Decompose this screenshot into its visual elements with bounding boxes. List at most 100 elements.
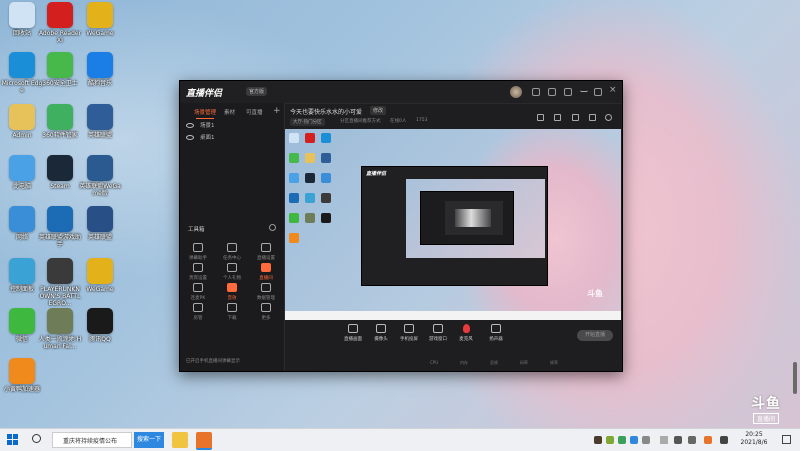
- settings-icon[interactable]: [589, 114, 596, 121]
- security-icon[interactable]: [642, 436, 650, 444]
- tool-icon: [227, 283, 237, 292]
- input-method-icon[interactable]: [720, 436, 728, 444]
- desktop-icon[interactable]: 英雄联盟: [78, 104, 122, 139]
- edge-icon: [9, 52, 35, 78]
- tray-app-icon[interactable]: [704, 436, 712, 444]
- tray-app-icon[interactable]: [594, 436, 602, 444]
- tool-label: 贵宾设置: [189, 276, 207, 281]
- desktop-icon-label: 腾讯QQ: [89, 336, 111, 343]
- lol-icon: [87, 104, 113, 130]
- desktop-icon[interactable]: 英雄联盟游戏助手: [38, 206, 82, 248]
- preview-app-icon: [321, 133, 331, 143]
- start-live-button[interactable]: 开始直播: [577, 330, 613, 341]
- file-explorer-icon[interactable]: [172, 432, 188, 448]
- toolbox-settings-icon[interactable]: [269, 224, 276, 231]
- tool-label: 直播间: [259, 276, 273, 281]
- message-icon[interactable]: [548, 88, 556, 96]
- desktop-icon[interactable]: 英雄联盟WeGame版: [78, 155, 122, 197]
- desktop-icon[interactable]: Steam: [38, 155, 82, 190]
- desktop-icon[interactable]: Adobe Reader XI: [38, 2, 82, 44]
- settings-icon[interactable]: [564, 88, 572, 96]
- edit-title-button[interactable]: 修改: [370, 106, 387, 115]
- control-label: 麦克风: [459, 337, 473, 342]
- tool-button[interactable]: 更多: [250, 303, 282, 321]
- tool-button[interactable]: 直播间: [250, 263, 282, 281]
- desktop-icon[interactable]: 360安全卫士: [38, 52, 82, 87]
- notification-center-icon[interactable]: [782, 435, 791, 444]
- eye-icon[interactable]: [186, 135, 194, 140]
- search-input[interactable]: 重庆将持续疫情公布: [52, 432, 132, 448]
- record-icon[interactable]: [554, 114, 561, 121]
- scene-item[interactable]: 场景1: [186, 121, 215, 129]
- control-icon: [491, 324, 501, 333]
- network-icon[interactable]: [674, 436, 682, 444]
- maximize-icon[interactable]: [594, 88, 602, 96]
- stream-title[interactable]: 今天也要快乐水水的小可爱: [290, 107, 362, 116]
- control-button[interactable]: 直播画面: [338, 324, 368, 342]
- tool-button[interactable]: 数据管理: [250, 283, 282, 301]
- control-button[interactable]: 摄像头: [366, 324, 396, 342]
- tray-app-icon[interactable]: [606, 436, 614, 444]
- app-logo: 直播伴侣: [186, 89, 223, 99]
- search-icon[interactable]: [32, 434, 41, 443]
- search-button[interactable]: 搜索一下: [134, 432, 164, 448]
- windows-start-icon[interactable]: [7, 434, 19, 446]
- tool-label: 房管: [193, 316, 203, 321]
- tool-button[interactable]: 音效: [216, 283, 248, 301]
- tool-button[interactable]: 个人礼物: [216, 263, 248, 281]
- live-companion-taskbar-icon[interactable]: [196, 432, 212, 450]
- clock[interactable]: 20:25 2021/8/6: [738, 431, 770, 447]
- avatar[interactable]: [510, 86, 522, 98]
- share-icon[interactable]: [605, 114, 612, 121]
- bluetooth-icon[interactable]: [630, 436, 638, 444]
- desktop-icon[interactable]: WeGame: [78, 258, 122, 293]
- preview-app-icon: [321, 153, 331, 163]
- eye-icon[interactable]: [186, 123, 194, 128]
- chevron-up-icon[interactable]: [660, 436, 668, 444]
- tool-button[interactable]: 连麦PK: [182, 283, 214, 301]
- preview-app-icon: [321, 213, 331, 223]
- tool-button[interactable]: 直播设置: [250, 243, 282, 261]
- status-item: CPU: [430, 360, 439, 365]
- add-scene-icon[interactable]: +: [273, 106, 281, 116]
- desktop-icon-label: 英雄联盟游戏助手: [38, 234, 81, 248]
- control-button[interactable]: 游戏窗口: [423, 324, 453, 342]
- tab-scenes[interactable]: 场景管理: [194, 108, 216, 119]
- stream-preview[interactable]: 直播伴侣 斗鱼: [285, 129, 621, 320]
- scene-item[interactable]: 桌面1: [186, 133, 215, 141]
- desktop-icon[interactable]: 腾讯QQ: [78, 308, 122, 343]
- watermark-brand: 斗鱼: [751, 396, 781, 412]
- control-label: 直播画面: [344, 337, 362, 342]
- tool-button[interactable]: 弹幕助手: [182, 243, 214, 261]
- tool-button[interactable]: 房管: [182, 303, 214, 321]
- control-button[interactable]: 扬声器: [481, 324, 511, 342]
- minimize-icon[interactable]: [580, 88, 588, 92]
- preview-watermark: 斗鱼: [587, 289, 603, 298]
- desktop-icon[interactable]: 小黄鸭加速器: [0, 358, 44, 393]
- notification-icon[interactable]: [532, 88, 540, 96]
- tab-assets[interactable]: 素材: [224, 108, 235, 116]
- taskbar: 重庆将持续疫情公布 搜索一下 20:25 2021/8/6: [0, 428, 800, 451]
- screenshot-icon[interactable]: [572, 114, 579, 121]
- layout-icon[interactable]: [537, 114, 544, 121]
- close-icon[interactable]: ×: [609, 85, 617, 95]
- control-button[interactable]: 麦克风: [451, 324, 481, 342]
- desktop-icon-label: WeGame: [86, 30, 114, 37]
- category-tag[interactable]: 大厅-热门分区: [290, 118, 325, 126]
- desktop-icon[interactable]: 360软件管家: [38, 104, 82, 139]
- control-button[interactable]: 手机投屏: [394, 324, 424, 342]
- tool-button[interactable]: 贵宾设置: [182, 263, 214, 281]
- desktop-icon[interactable]: 英雄联盟: [78, 206, 122, 241]
- desktop-icon-label: 酷狗音乐: [87, 80, 112, 87]
- title-bar[interactable]: 直播伴侣 官方版 ×: [180, 81, 622, 104]
- tool-icon: [193, 283, 203, 292]
- desktop-icon[interactable]: 人类一败涂地 Human Fal...: [38, 308, 82, 350]
- tray-app-icon[interactable]: [618, 436, 626, 444]
- desktop-icon[interactable]: PLAYERUNKNOWN'S BATTLEGRO...: [38, 258, 82, 307]
- volume-icon[interactable]: [688, 436, 696, 444]
- tool-button[interactable]: 下载: [216, 303, 248, 321]
- desktop-icon[interactable]: WeGame: [78, 2, 122, 37]
- tab-live[interactable]: 可直播: [246, 108, 263, 116]
- desktop-icon[interactable]: 酷狗音乐: [78, 52, 122, 87]
- tool-button[interactable]: 任务中心: [216, 243, 248, 261]
